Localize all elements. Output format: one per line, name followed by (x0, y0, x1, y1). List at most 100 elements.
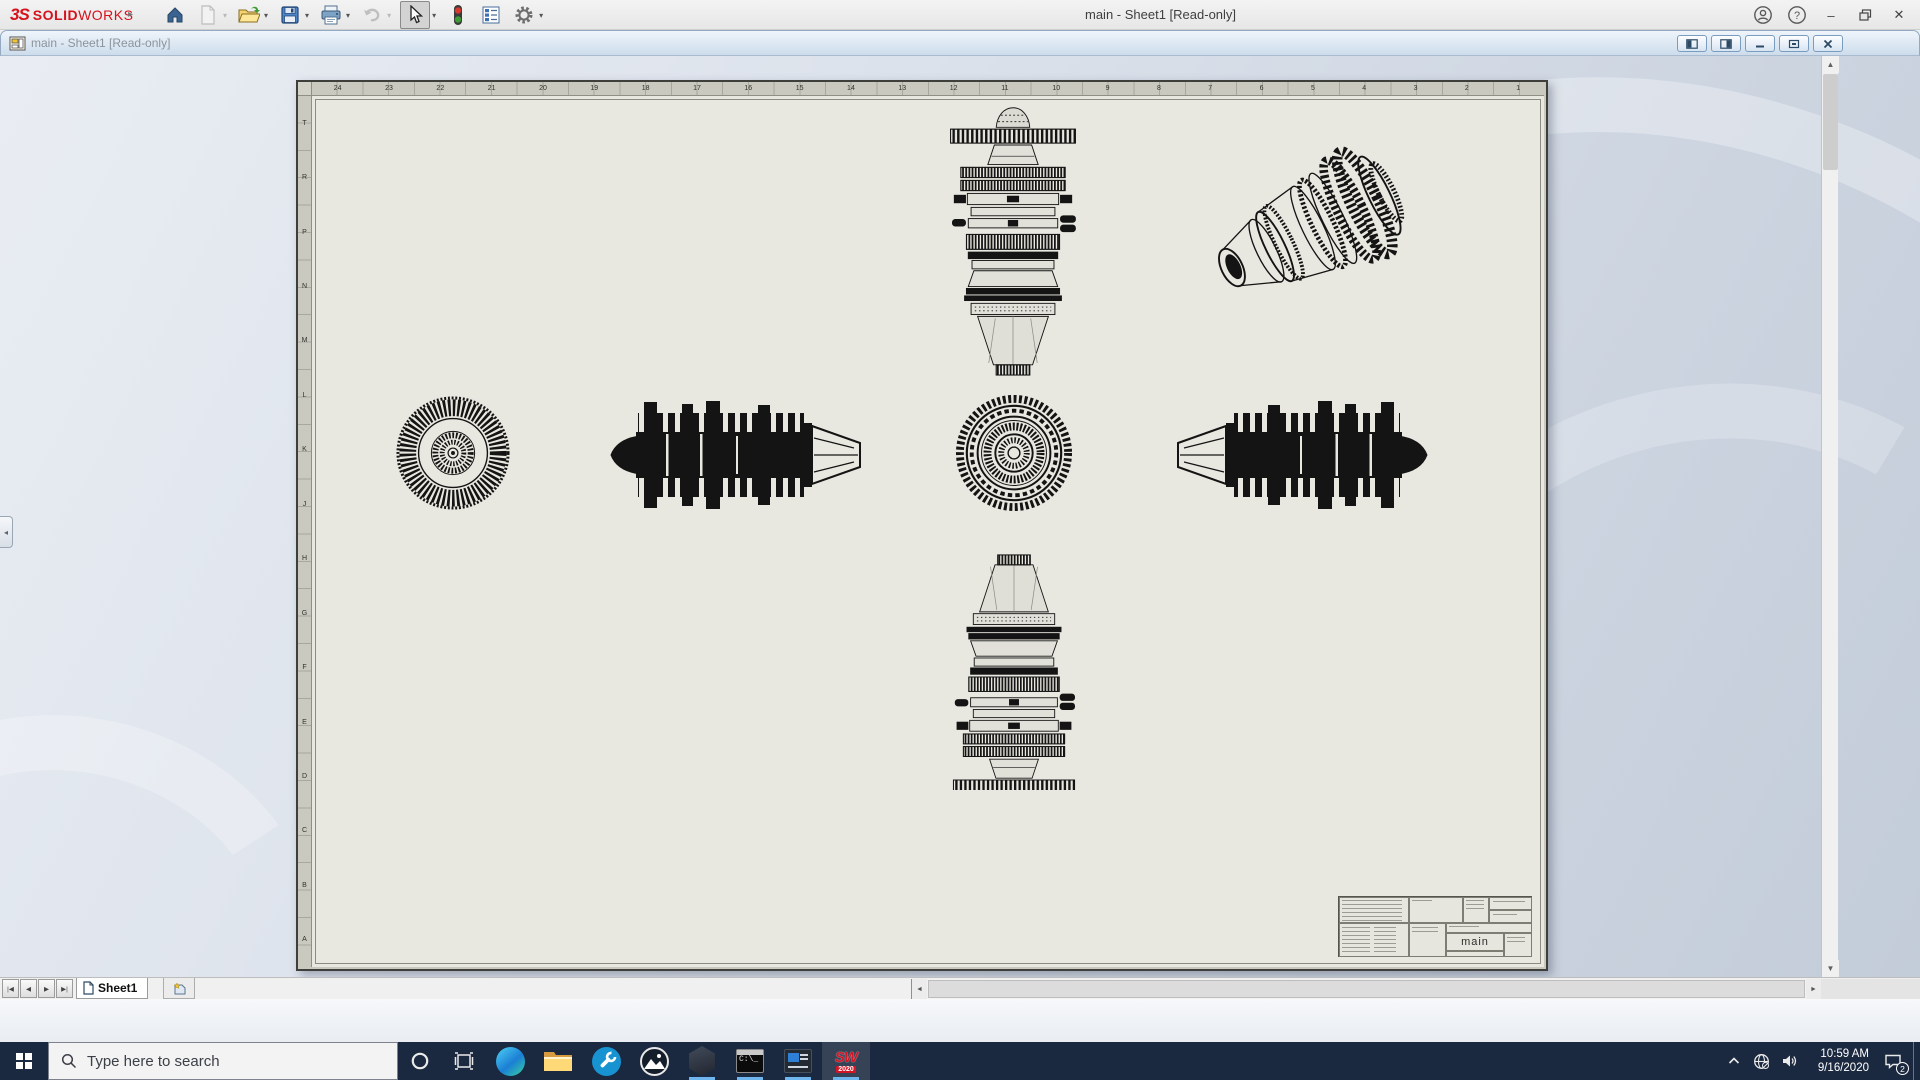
task-view-icon (454, 1052, 474, 1070)
show-desktop-button[interactable] (1913, 1042, 1920, 1080)
components-panel-button[interactable] (478, 2, 504, 28)
drawing-sheet[interactable]: main (312, 96, 1544, 967)
system-tray: 10:59 AM 9/16/2020 2 (1721, 1042, 1920, 1080)
title-block[interactable]: main (1338, 896, 1532, 957)
svg-text:?: ? (1794, 10, 1800, 22)
scroll-up-arrow[interactable]: ▲ (1822, 56, 1839, 73)
toggle-right-panel-button[interactable] (1711, 35, 1741, 52)
ruler-letter: J (298, 477, 311, 531)
vertical-scrollbar-thumb[interactable] (1823, 74, 1838, 170)
open-button[interactable] (236, 2, 262, 28)
scroll-right-arrow[interactable]: ► (1806, 979, 1821, 999)
network-globe-icon (1753, 1053, 1770, 1070)
start-button[interactable] (0, 1042, 48, 1080)
options-caret[interactable]: ▾ (537, 11, 545, 20)
menu-expand-arrow-icon[interactable]: ▸ (128, 0, 133, 30)
ruler-number: 17 (671, 82, 722, 95)
help-button[interactable]: ? (1780, 0, 1814, 30)
next-sheet-button[interactable]: ▶ (38, 979, 55, 998)
undo-button[interactable] (359, 2, 385, 28)
app-titlebar: 3S SOLIDWORKS ▸ ▾ ▾ (0, 0, 1920, 30)
drawing-canvas[interactable]: ◂ 24232221201918171615141312111098765432… (0, 56, 1920, 977)
tab-sheet1[interactable]: Sheet1 (76, 978, 148, 999)
sheet-navigation: |◀ ◀ ▶ ▶| (2, 979, 73, 998)
undo-caret[interactable]: ▾ (385, 11, 393, 20)
taskbar-support-tool[interactable] (582, 1042, 630, 1080)
new-document-button[interactable] (195, 2, 221, 28)
scroll-left-arrow[interactable]: ◄ (912, 979, 927, 999)
toggle-left-panel-button[interactable] (1677, 35, 1707, 52)
doc-close-button[interactable] (1813, 35, 1843, 52)
home-button[interactable] (162, 2, 188, 28)
notification-center-button[interactable]: 2 (1873, 1042, 1913, 1080)
home-icon (165, 5, 185, 25)
ruler-letter: T (298, 96, 311, 150)
horizontal-scrollbar-thumb[interactable] (928, 980, 1805, 998)
vertical-scrollbar[interactable]: ▲ ▼ (1821, 56, 1838, 977)
drawing-document-icon (9, 36, 26, 51)
drawing-view-right-side[interactable] (1170, 396, 1430, 514)
new-document-caret[interactable]: ▾ (221, 11, 229, 20)
close-button[interactable]: ✕ (1882, 0, 1916, 30)
ruler-number: 15 (774, 82, 825, 95)
ruler-number: 16 (723, 82, 774, 95)
restore-button[interactable] (1848, 0, 1882, 30)
select-tool-button[interactable] (400, 1, 430, 29)
last-sheet-button[interactable]: ▶| (56, 979, 73, 998)
drawing-view-rear[interactable] (955, 394, 1073, 512)
drawing-view-top[interactable] (942, 104, 1084, 376)
drawing-view-left-side[interactable] (608, 396, 868, 514)
first-sheet-button[interactable]: |◀ (2, 979, 19, 998)
volume-button[interactable] (1775, 1042, 1803, 1080)
wrench-icon (592, 1047, 621, 1076)
stoplight-button[interactable] (445, 2, 471, 28)
photos-icon (640, 1047, 669, 1076)
save-button[interactable] (277, 2, 303, 28)
scrollbar-corner (1821, 979, 1920, 1000)
taskbar-file-explorer[interactable] (534, 1042, 582, 1080)
cortana-button[interactable] (398, 1042, 442, 1080)
save-icon (280, 5, 300, 25)
clock[interactable]: 10:59 AM 9/16/2020 (1803, 1042, 1873, 1080)
taskbar-media-app[interactable] (774, 1042, 822, 1080)
task-view-button[interactable] (442, 1042, 486, 1080)
main-toolbar: ▾ ▾ ▾ ▾ ▾ (162, 2, 552, 28)
taskbar-photos[interactable] (630, 1042, 678, 1080)
title-block-cell (1339, 923, 1409, 957)
ruler-number: 1 (1493, 82, 1544, 95)
account-button[interactable] (1746, 0, 1780, 30)
taskbar-edge[interactable] (486, 1042, 534, 1080)
tray-expand-button[interactable] (1721, 1042, 1747, 1080)
drawing-view-isometric[interactable] (1197, 134, 1429, 322)
taskbar-hexagon-app[interactable] (678, 1042, 726, 1080)
previous-sheet-button[interactable]: ◀ (20, 979, 37, 998)
taskbar-solidworks[interactable]: SW 2020 (822, 1042, 870, 1080)
save-caret[interactable]: ▾ (303, 11, 311, 20)
ruler-number: 6 (1236, 82, 1287, 95)
network-button[interactable] (1747, 1042, 1775, 1080)
doc-close-icon (1822, 39, 1834, 49)
collapsed-panel-handle[interactable]: ◂ (0, 516, 13, 548)
scroll-down-arrow[interactable]: ▼ (1822, 960, 1839, 977)
ruler-number: 19 (569, 82, 620, 95)
add-sheet-button[interactable] (163, 978, 195, 999)
ruler-number: 5 (1287, 82, 1338, 95)
print-button[interactable] (318, 2, 344, 28)
ruler-letter: H (298, 532, 311, 586)
taskbar-search-input[interactable]: Type here to search (48, 1042, 398, 1080)
doc-restore-button[interactable] (1779, 35, 1809, 52)
open-caret[interactable]: ▾ (262, 11, 270, 20)
ruler-number: 2 (1441, 82, 1492, 95)
doc-minimize-button[interactable] (1745, 35, 1775, 52)
print-caret[interactable]: ▾ (344, 11, 352, 20)
ruler-number: 20 (517, 82, 568, 95)
options-button[interactable] (511, 2, 537, 28)
open-folder-icon (238, 5, 260, 25)
minimize-button[interactable]: – (1814, 0, 1848, 30)
drawing-view-bottom[interactable] (943, 526, 1085, 790)
taskbar-command-prompt[interactable]: C:\_ (726, 1042, 774, 1080)
horizontal-scrollbar[interactable]: ◄ ► (911, 979, 1821, 999)
drawing-view-front-fan[interactable] (394, 394, 512, 512)
select-tool-caret[interactable]: ▾ (430, 11, 438, 20)
ruler-letter: R (298, 150, 311, 204)
